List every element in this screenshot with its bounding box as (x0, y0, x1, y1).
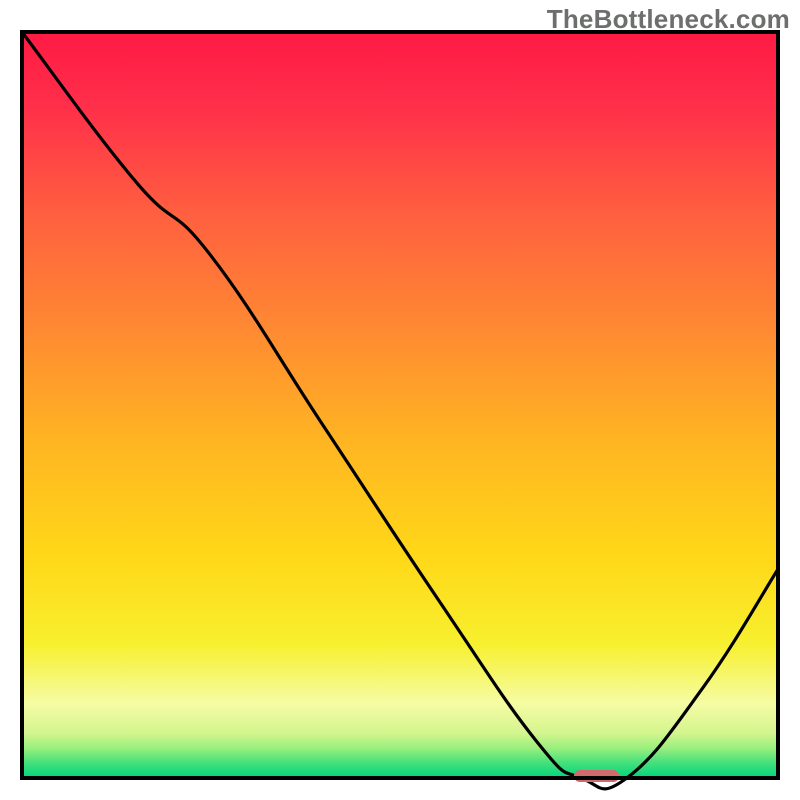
chart-svg (0, 0, 800, 800)
chart-stage: TheBottleneck.com (0, 0, 800, 800)
watermark-text: TheBottleneck.com (547, 4, 790, 35)
chart-background (22, 32, 778, 778)
